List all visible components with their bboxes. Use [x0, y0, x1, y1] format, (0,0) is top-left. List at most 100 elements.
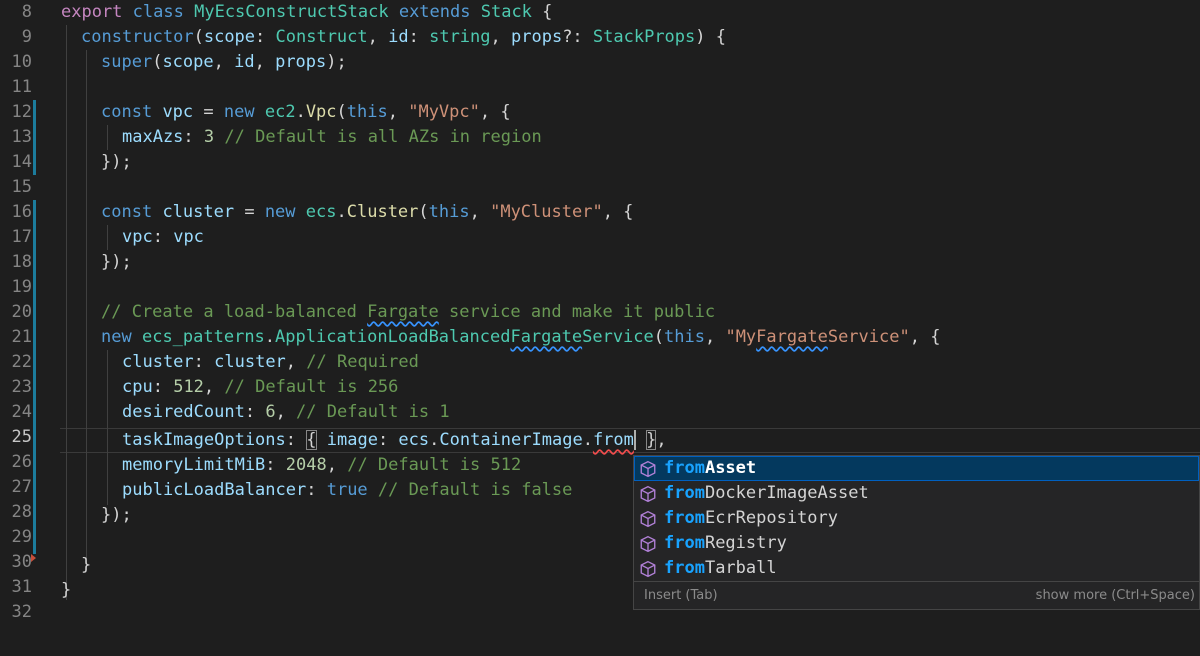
- indent-guide: [107, 350, 108, 505]
- code-token: Construct: [275, 27, 368, 47]
- spell-check-underline[interactable]: Fargate: [756, 327, 828, 347]
- code-token: vpc: [122, 227, 153, 247]
- code-token: .: [582, 430, 593, 450]
- git-added-marker[interactable]: [33, 200, 36, 554]
- code-line[interactable]: cluster: cluster, // Required: [122, 350, 419, 375]
- code-token: this: [664, 327, 705, 347]
- code-token: publicLoadBalancer: [122, 480, 307, 500]
- code-comment: // Default is 256: [224, 377, 399, 397]
- suggestion-item-fromRegistry[interactable]: fromRegistry: [634, 531, 1199, 556]
- indent-guide: [86, 50, 87, 560]
- line-number: 19: [11, 277, 32, 297]
- code-token: this: [346, 102, 388, 122]
- code-line[interactable]: vpc: vpc: [122, 225, 204, 250]
- code-token: , {: [909, 327, 941, 347]
- matching-brace: }: [646, 430, 657, 450]
- suggestion-match: from: [664, 558, 705, 578]
- insert-hint[interactable]: Insert (Tab): [644, 582, 718, 609]
- indent-guide: [107, 125, 108, 150]
- suggestion-item-fromDockerImageAsset[interactable]: fromDockerImageAsset: [634, 481, 1199, 506]
- show-more-hint[interactable]: show more (Ctrl+Space): [1036, 582, 1195, 609]
- git-added-marker[interactable]: [33, 100, 36, 175]
- code-token: "MyCluster": [490, 202, 603, 222]
- indent-guide: [107, 225, 108, 250]
- code-token: Cluster: [346, 202, 419, 222]
- line-number: 13: [11, 127, 32, 147]
- code-token: maxAzs: [122, 127, 184, 147]
- code-line[interactable]: }: [61, 578, 71, 603]
- code-token: vpc: [162, 102, 194, 122]
- code-token: Stack: [480, 2, 532, 22]
- code-token: (: [653, 327, 665, 347]
- line-number: 10: [11, 52, 32, 72]
- code-token: ,: [203, 377, 225, 397]
- code-token: super: [101, 52, 153, 72]
- code-comment: // Default is all AZs in region: [224, 127, 542, 147]
- code-editor[interactable]: 8 9 10 11 12 13 14 15 16 17 18 19 20 21 …: [0, 0, 1200, 630]
- autocomplete-suggestions[interactable]: fromAsset fromDockerImageAsset fromEcrRe…: [633, 455, 1200, 610]
- code-token: ,: [469, 202, 491, 222]
- code-line[interactable]: constructor(scope: Construct, id: string…: [81, 25, 726, 50]
- line-number: 26: [11, 452, 32, 472]
- code-token: new: [101, 327, 132, 347]
- code-line[interactable]: memoryLimitMiB: 2048, // Default is 512: [122, 453, 521, 478]
- code-token: ContainerImage: [439, 430, 583, 450]
- spell-check-underline[interactable]: Fargate: [510, 327, 582, 347]
- suggestion-label: Registry: [704, 533, 787, 553]
- code-token: scope: [162, 52, 214, 72]
- code-token: this: [428, 202, 470, 222]
- code-token: :: [255, 27, 276, 47]
- line-number: 9: [21, 27, 32, 47]
- code-line[interactable]: cpu: 512, // Default is 256: [122, 375, 398, 400]
- code-token: new: [264, 202, 296, 222]
- git-deleted-marker[interactable]: [31, 554, 36, 562]
- code-token: {: [531, 2, 553, 22]
- code-comment: // Default is false: [377, 480, 573, 500]
- suggestion-item-fromEcrRepository[interactable]: fromEcrRepository: [634, 506, 1199, 531]
- line-number: 14: [11, 152, 32, 172]
- code-token: ,: [254, 52, 276, 72]
- code-token: ,: [656, 430, 667, 450]
- code-token: .: [295, 102, 306, 122]
- code-line[interactable]: }: [81, 553, 91, 578]
- code-line[interactable]: publicLoadBalancer: true // Default is f…: [122, 478, 572, 503]
- suggestion-item-fromAsset[interactable]: fromAsset: [634, 456, 1199, 481]
- code-token: true: [326, 480, 368, 500]
- code-token: scope: [203, 27, 256, 47]
- code-line[interactable]: const cluster = new ecs.Cluster(this, "M…: [101, 200, 633, 225]
- code-line[interactable]: });: [101, 250, 132, 275]
- code-line[interactable]: // Create a load-balanced Fargate servic…: [101, 300, 715, 325]
- code-line[interactable]: });: [101, 150, 132, 175]
- code-line[interactable]: new ecs_patterns.ApplicationLoadBalanced…: [101, 325, 940, 350]
- code-token: 6: [265, 402, 276, 422]
- code-token: props: [275, 52, 327, 72]
- code-token: 2048: [285, 455, 327, 475]
- code-line-active[interactable]: taskImageOptions: { image: ecs.Container…: [122, 428, 667, 453]
- line-number: 15: [11, 177, 32, 197]
- code-token: props: [511, 27, 563, 47]
- code-token: .: [336, 202, 347, 222]
- spell-check-underline[interactable]: Fargate: [367, 302, 439, 322]
- code-token: "My: [725, 327, 757, 347]
- suggestion-label: Tarball: [704, 558, 777, 578]
- code-token: Service": [827, 327, 910, 347]
- code-line[interactable]: desiredCount: 6, // Default is 1: [122, 400, 450, 425]
- code-token: desiredCount: [122, 402, 245, 422]
- code-token: constructor: [81, 27, 194, 47]
- line-number: 31: [11, 577, 32, 597]
- error-underline[interactable]: from: [593, 430, 634, 450]
- code-line[interactable]: super(scope, id, props);: [101, 50, 347, 75]
- code-token: StackProps: [592, 27, 696, 47]
- code-line[interactable]: });: [101, 503, 132, 528]
- code-token: :: [183, 127, 204, 147]
- code-line[interactable]: export class MyEcsConstructStack extends…: [61, 0, 552, 25]
- suggestion-item-fromTarball[interactable]: fromTarball: [634, 556, 1199, 581]
- code-line[interactable]: maxAzs: 3 // Default is all AZs in regio…: [122, 125, 542, 150]
- code-line[interactable]: const vpc = new ec2.Vpc(this, "MyVpc", {: [101, 100, 511, 125]
